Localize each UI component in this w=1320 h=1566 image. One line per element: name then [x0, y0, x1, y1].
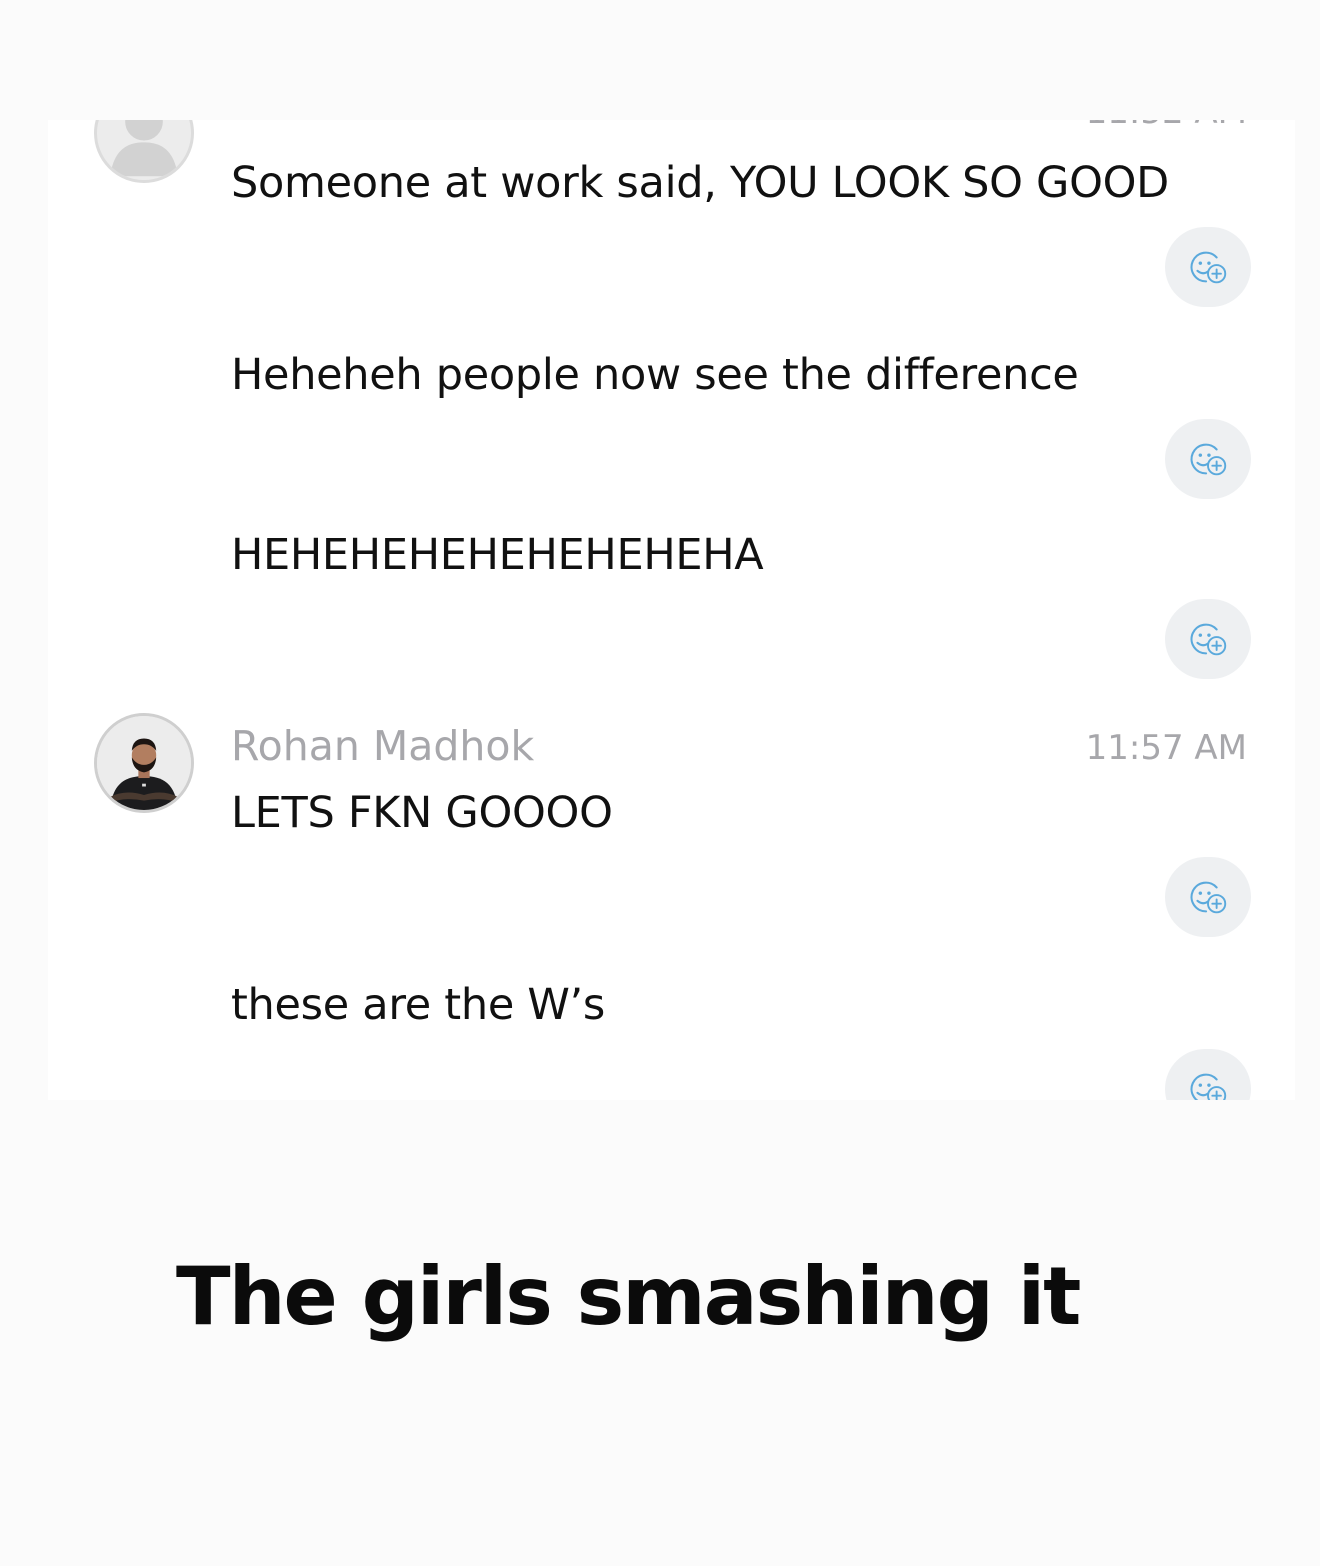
add-reaction-icon: [1190, 251, 1227, 284]
message-text: Heheheh people now see the difference: [231, 350, 1079, 400]
add-reaction-button[interactable]: [1165, 419, 1251, 499]
person-icon: [110, 120, 178, 177]
meme-caption: The girls smashing it: [176, 1250, 1081, 1343]
message-text: these are the W’s: [231, 980, 606, 1030]
add-reaction-icon: [1190, 443, 1227, 476]
avatar-placeholder[interactable]: [94, 120, 194, 183]
add-reaction-button[interactable]: [1165, 599, 1251, 679]
message-timestamp: 11:52 AM: [1086, 120, 1247, 132]
add-reaction-button[interactable]: [1165, 857, 1251, 937]
meme-page: Saloni Pothis 11:52 AM Someone at work s…: [0, 0, 1320, 1566]
avatar-rohan[interactable]: [94, 713, 194, 813]
message-text: Someone at work said, YOU LOOK SO GOOD: [231, 158, 1169, 208]
sender-name: Saloni Pothis: [231, 120, 499, 129]
add-reaction-icon: [1190, 881, 1227, 914]
profile-photo: [97, 716, 191, 810]
sender-name: Rohan Madhok: [231, 722, 535, 770]
chat-screenshot: Saloni Pothis 11:52 AM Someone at work s…: [48, 120, 1295, 1100]
add-reaction-button[interactable]: [1165, 1049, 1251, 1100]
add-reaction-icon: [1190, 623, 1227, 656]
add-reaction-icon: [1190, 1073, 1227, 1100]
message-text: HEHEHEHEHEHEHEHEHA: [231, 530, 764, 580]
add-reaction-button[interactable]: [1165, 227, 1251, 307]
message-timestamp: 11:57 AM: [1085, 728, 1247, 768]
message-text: LETS FKN GOOOO: [231, 788, 613, 838]
